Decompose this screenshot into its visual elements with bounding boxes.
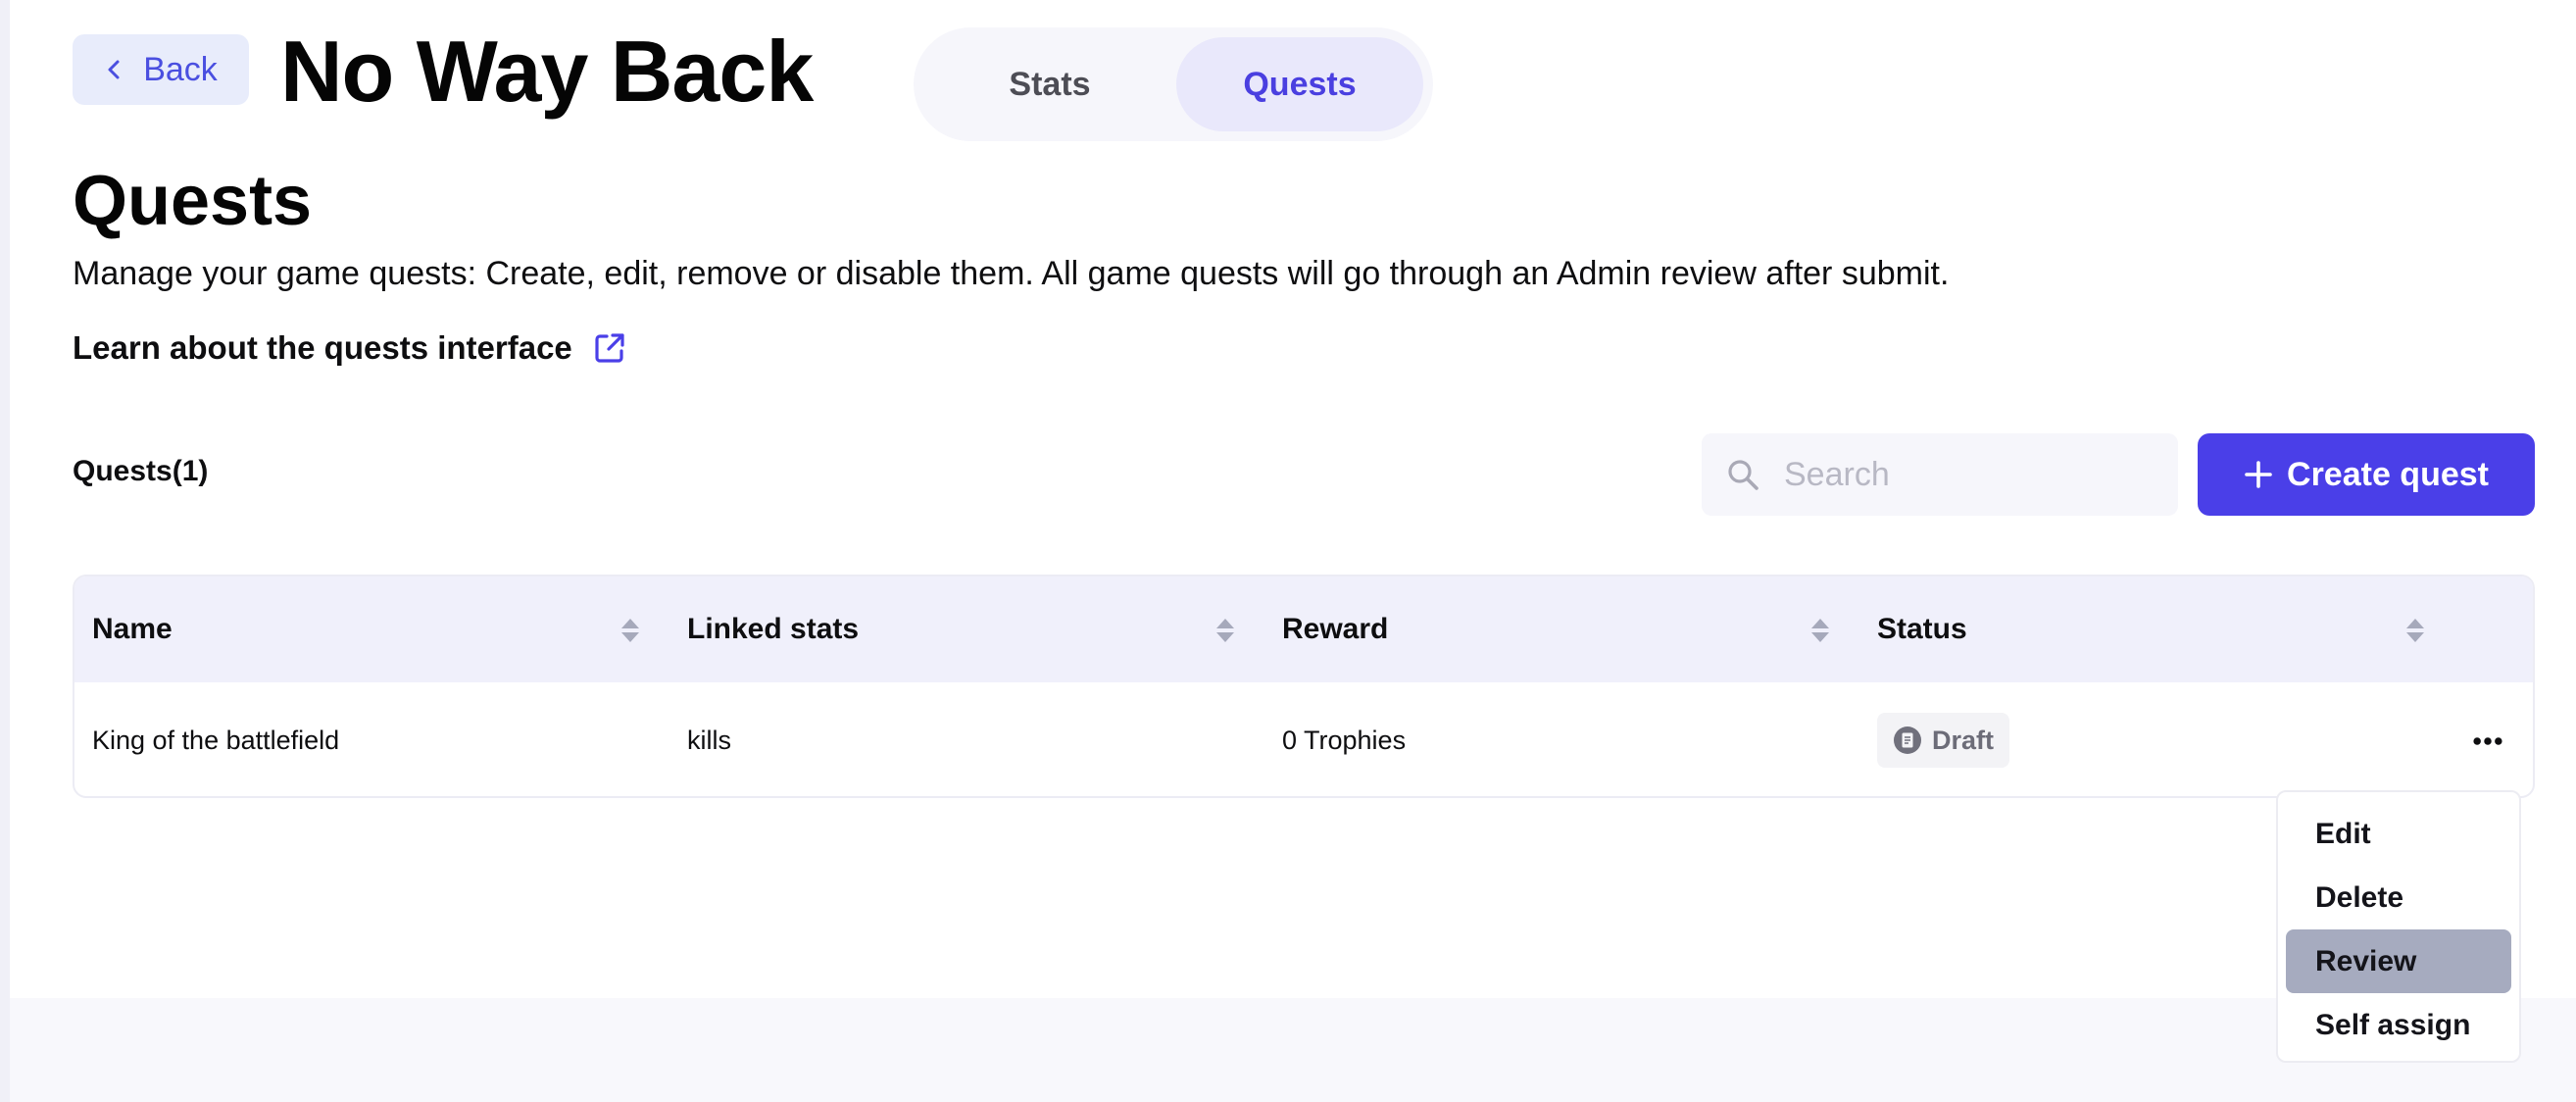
column-header-reward[interactable]: Reward — [1264, 576, 1859, 682]
sort-icon[interactable] — [2405, 618, 2425, 643]
back-label: Back — [143, 50, 218, 88]
create-quest-button[interactable]: Create quest — [2198, 433, 2535, 516]
learn-link-label: Learn about the quests interface — [73, 329, 572, 366]
search-box[interactable] — [1702, 433, 2178, 516]
column-header-status[interactable]: Status — [1859, 576, 2454, 682]
document-icon — [1894, 726, 1921, 754]
column-header-linked-stats[interactable]: Linked stats — [669, 576, 1264, 682]
more-horizontal-icon — [2473, 737, 2502, 745]
cell-name: King of the battlefield — [92, 725, 340, 755]
external-link-icon — [595, 333, 624, 363]
tab-quests[interactable]: Quests — [1176, 37, 1423, 131]
sort-icon[interactable] — [1810, 618, 1830, 643]
row-context-menu: Edit Delete Review Self assign — [2276, 790, 2521, 1063]
plus-icon — [2245, 461, 2272, 488]
page-title: Quests — [73, 162, 313, 240]
back-button[interactable]: Back — [73, 34, 249, 105]
chevron-left-icon — [108, 60, 120, 79]
more-options-button[interactable] — [2470, 724, 2505, 759]
footer-band — [10, 998, 2576, 1102]
status-badge: Draft — [1877, 713, 2010, 768]
sort-icon[interactable] — [1215, 618, 1235, 643]
table-row[interactable]: King of the battlefield kills 0 Trophies… — [74, 682, 2533, 796]
column-label: Status — [1877, 613, 1967, 645]
cell-status: Draft — [1859, 713, 2454, 768]
learn-quests-link[interactable]: Learn about the quests interface — [73, 329, 627, 367]
left-rail — [0, 0, 10, 1102]
column-label: Linked stats — [687, 613, 860, 645]
tab-bar: Stats Quests — [914, 27, 1433, 141]
column-header-name[interactable]: Name — [74, 576, 669, 682]
create-quest-label: Create quest — [2287, 455, 2489, 493]
column-label: Reward — [1282, 613, 1389, 645]
menu-item-delete[interactable]: Delete — [2286, 866, 2511, 929]
quests-table: Name Linked stats Reward Status King of … — [73, 575, 2535, 798]
menu-item-self-assign[interactable]: Self assign — [2286, 993, 2511, 1057]
search-input[interactable] — [1784, 455, 2156, 494]
tab-stats[interactable]: Stats — [923, 37, 1176, 131]
table-header: Name Linked stats Reward Status — [74, 576, 2533, 682]
sort-icon[interactable] — [620, 618, 640, 643]
quests-count: Quests(1) — [73, 455, 209, 487]
menu-item-edit[interactable]: Edit — [2286, 802, 2511, 866]
column-label: Name — [92, 613, 173, 645]
page-description: Manage your game quests: Create, edit, r… — [73, 255, 1950, 292]
cell-linked-stats: kills — [687, 725, 731, 755]
cell-reward: 0 Trophies — [1282, 725, 1407, 755]
menu-item-review[interactable]: Review — [2286, 929, 2511, 993]
game-title: No Way Back — [280, 23, 814, 120]
status-label: Draft — [1932, 725, 1995, 755]
search-icon — [1728, 460, 1759, 490]
